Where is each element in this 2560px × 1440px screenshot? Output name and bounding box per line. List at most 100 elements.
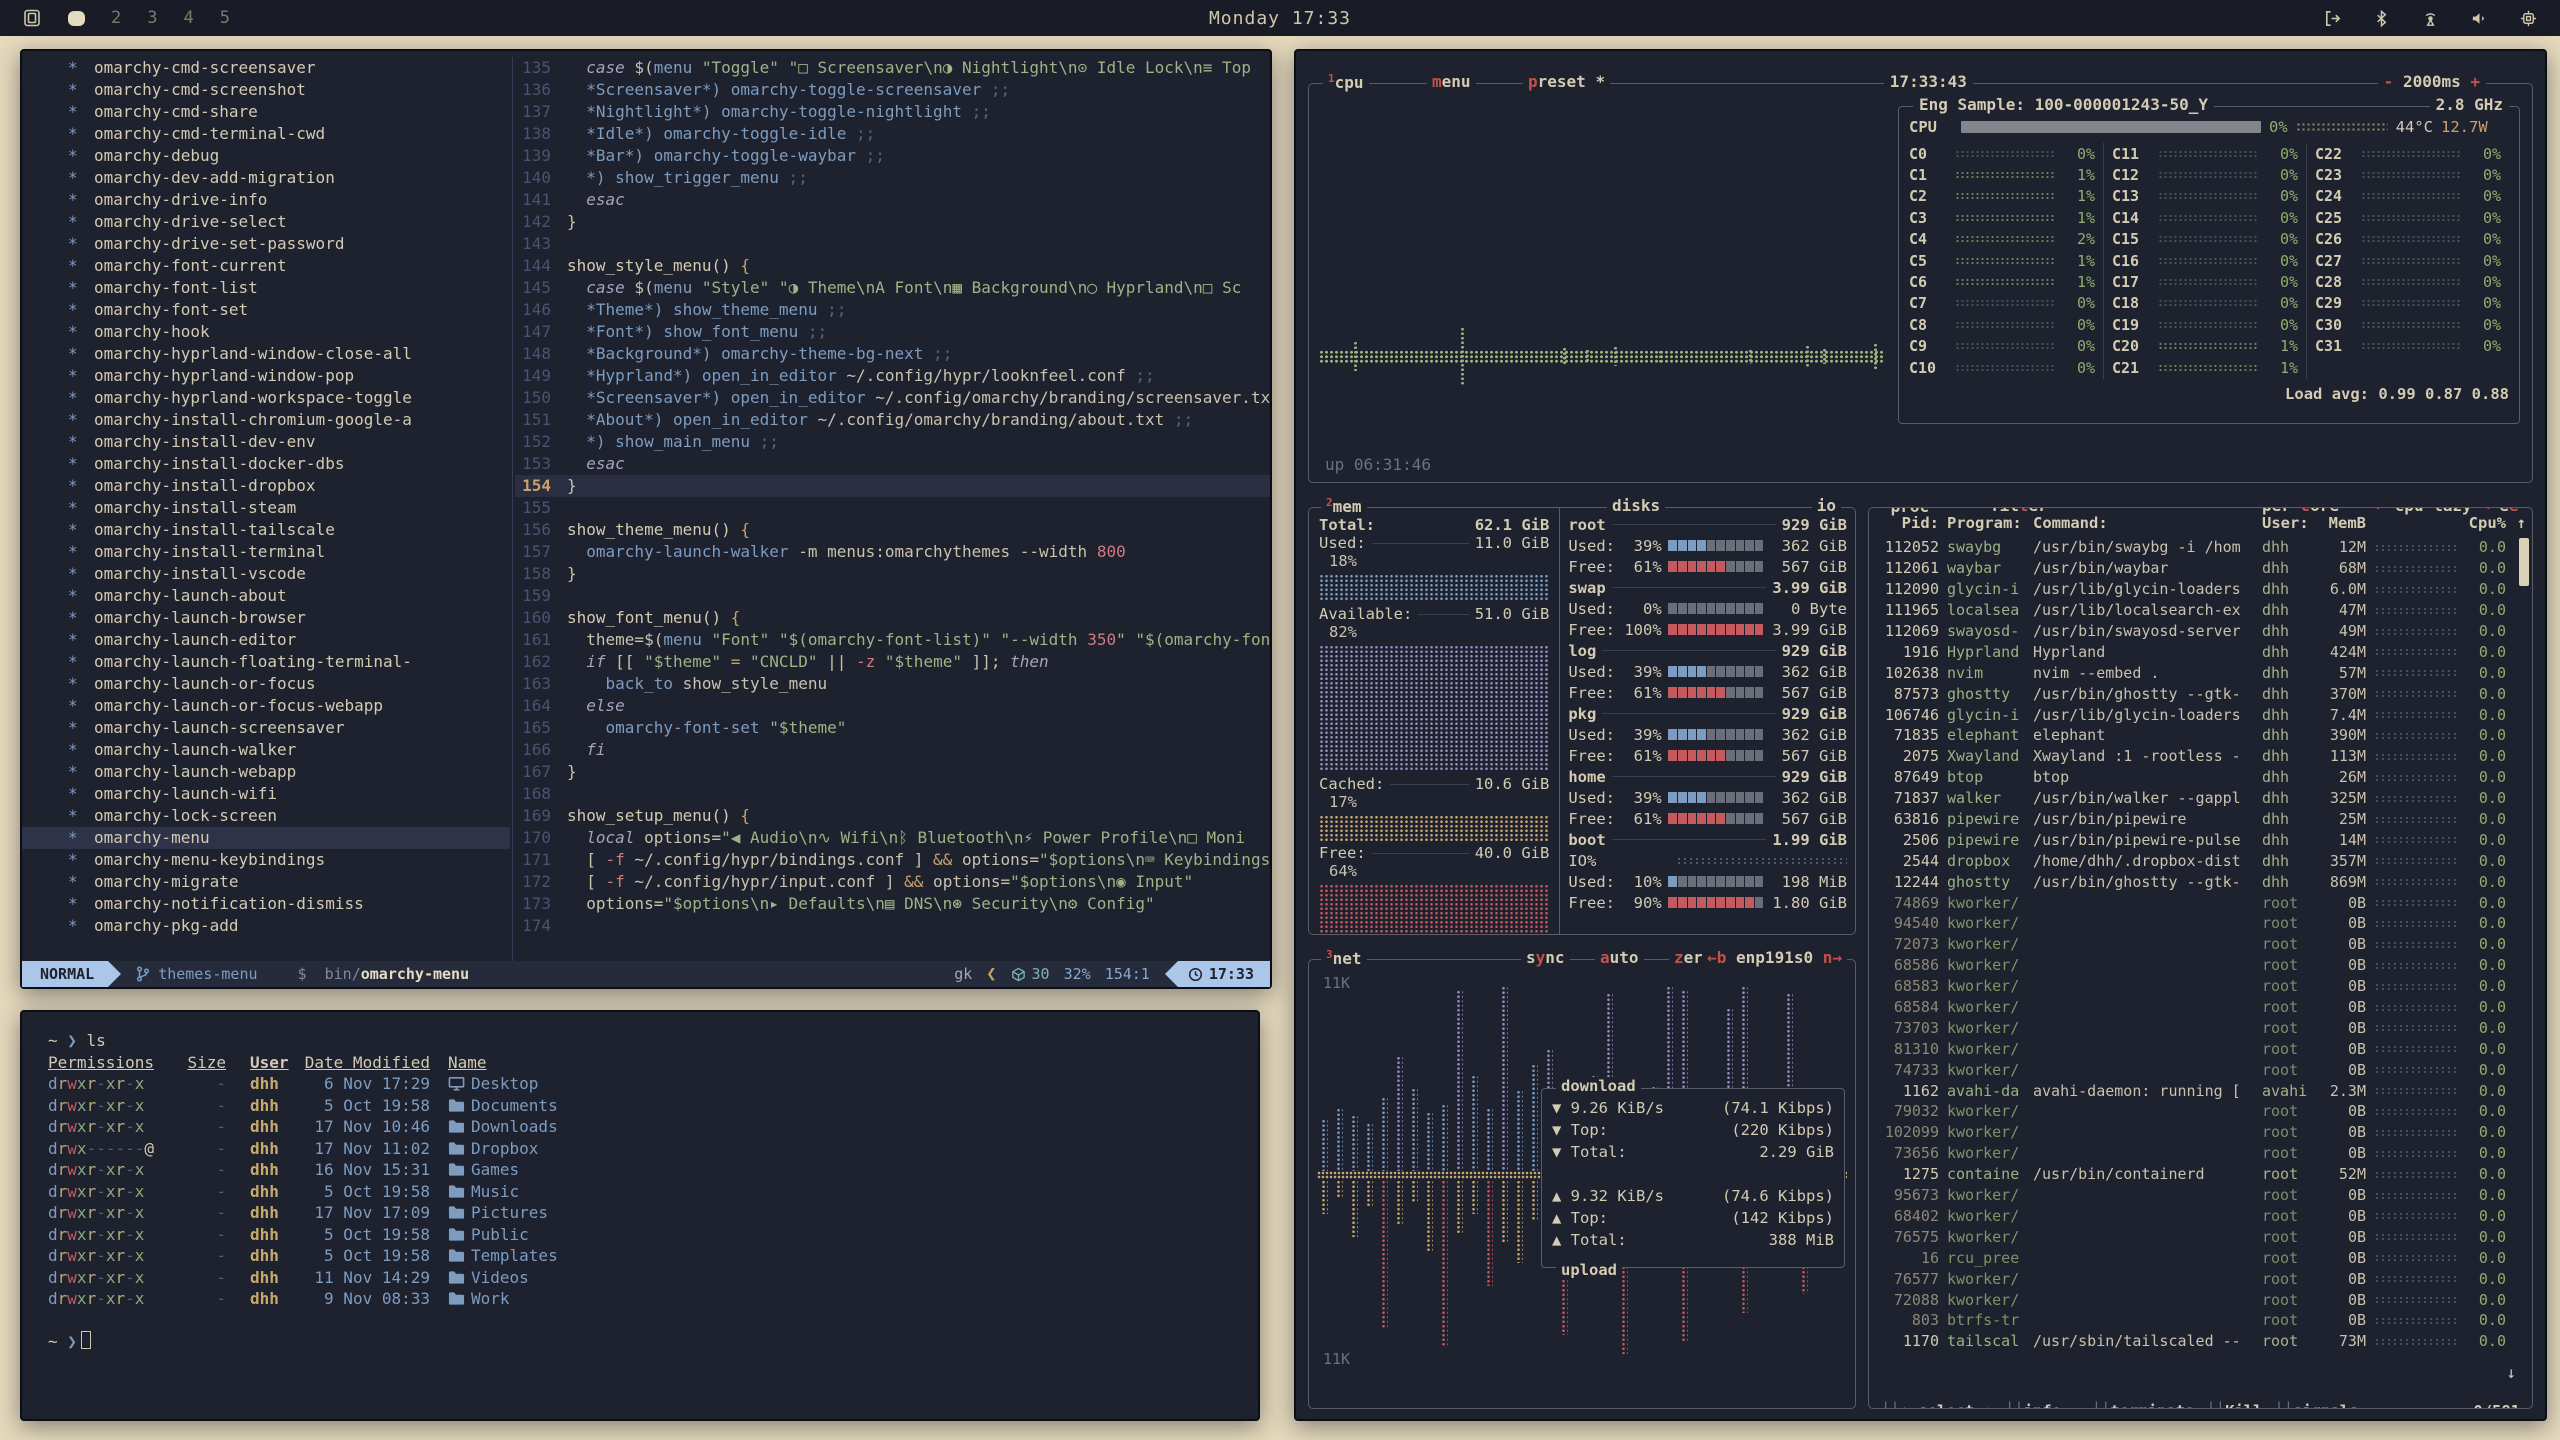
code-line[interactable]: 164 else [515,695,1270,717]
code-line[interactable]: 155 [515,497,1270,519]
code-line[interactable]: 152 *) show_main_menu ;; [515,431,1270,453]
file-list-item[interactable]: *omarchy-install-terminal [22,541,510,563]
code-line[interactable]: 170 local options="◀ Audio\n∿ Wifi\nᛒ Bl… [515,827,1270,849]
code-line[interactable]: 136 *Screensaver*) omarchy-toggle-screen… [515,79,1270,101]
process-row[interactable]: 1916HyprlandHyprlanddhh424M0.0 [1879,641,2526,662]
file-list-item[interactable]: *omarchy-font-current [22,255,510,277]
code-line[interactable]: 160show_font_menu() { [515,607,1270,629]
select-control[interactable]: └┘↑ select ↓ [1877,1402,1997,1409]
proc-sort[interactable]: ← cpu lazy → [2370,507,2496,515]
code-line[interactable]: 148 *Background*) omarchy-theme-bg-next … [515,343,1270,365]
terminal-prompt[interactable]: ~ ❯ [48,1331,1232,1353]
code-line[interactable]: 154} [515,475,1270,497]
code-line[interactable]: 135 case $(menu "Toggle" "□ Screensaver\… [515,57,1270,79]
file-list-item[interactable]: *omarchy-font-list [22,277,510,299]
process-row[interactable]: 68584kworker/root0B0.0 [1879,997,2526,1018]
file-list-item[interactable]: *omarchy-hook [22,321,510,343]
process-row[interactable]: 803btrfs-trroot0B0.0 [1879,1310,2526,1331]
process-row[interactable]: 16rcu_preeroot0B0.0 [1879,1247,2526,1268]
process-row[interactable]: 73656kworker/root0B0.0 [1879,1143,2526,1164]
process-row[interactable]: 1162avahi-daavahi-daemon: running [avahi… [1879,1080,2526,1101]
process-row[interactable]: 2506pipewire/usr/bin/pipewire-pulsedhh14… [1879,829,2526,850]
bluetooth-icon[interactable] [2372,9,2391,28]
process-row[interactable]: 72088kworker/root0B0.0 [1879,1289,2526,1310]
terminal-window[interactable]: ~ ❯ lsPermissionsSizeUserDate ModifiedNa… [20,1010,1260,1421]
file-list-item[interactable]: *omarchy-drive-set-password [22,233,510,255]
workspace-4[interactable]: 4 [184,8,194,28]
chip-icon[interactable] [2519,9,2538,28]
process-row[interactable]: 76575kworker/root0B0.0 [1879,1226,2526,1247]
file-list-item[interactable]: *omarchy-debug [22,145,510,167]
code-line[interactable]: 162 if [[ "$theme" = "CNCLD" || -z "$the… [515,651,1270,673]
file-list-item[interactable]: *omarchy-launch-or-focus-webapp [22,695,510,717]
code-line[interactable]: 139 *Bar*) omarchy-toggle-waybar ;; [515,145,1270,167]
code-line[interactable]: 168 [515,783,1270,805]
file-list-item[interactable]: *omarchy-hyprland-window-pop [22,365,510,387]
proc-per-core[interactable]: per-core [2257,507,2344,515]
code-line[interactable]: 150 *Screensaver*) open_in_editor ~/.con… [515,387,1270,409]
code-line[interactable]: 143 [515,233,1270,255]
file-list-item[interactable]: *omarchy-launch-screensaver [22,717,510,739]
file-list-item[interactable]: *omarchy-lock-screen [22,805,510,827]
process-row[interactable]: 73703kworker/root0B0.0 [1879,1017,2526,1038]
code-line[interactable]: 142} [515,211,1270,233]
file-list-item[interactable]: *omarchy-cmd-terminal-cwd [22,123,510,145]
process-row[interactable]: 2544dropbox/home/dhh/.dropbox-distdhh357… [1879,850,2526,871]
process-row[interactable]: 71837walker/usr/bin/walker --gappldhh325… [1879,788,2526,809]
process-row[interactable]: 112069swayosd-/usr/bin/swayosd-serverdhh… [1879,621,2526,642]
code-line[interactable]: 138 *Idle*) omarchy-toggle-idle ;; [515,123,1270,145]
net-sync-toggle[interactable]: sync [1521,948,1570,967]
file-list-item[interactable]: *omarchy-install-docker-dbs [22,453,510,475]
tab-cpu[interactable]: 1cpu [1323,72,1369,92]
workspace-5[interactable]: 5 [220,8,230,28]
code-line[interactable]: 153 esac [515,453,1270,475]
kill-control[interactable]: └┘Kill [2202,1402,2266,1409]
process-row[interactable]: 87573ghostty/usr/bin/ghostty --gtk-dhh37… [1879,683,2526,704]
code-line[interactable]: 171 [ -f ~/.config/hypr/bindings.conf ] … [515,849,1270,871]
code-line[interactable]: 149 *Hyprland*) open_in_editor ~/.config… [515,365,1270,387]
preset-button[interactable]: preset * [1523,72,1610,91]
file-list-item[interactable]: *omarchy-launch-wifi [22,783,510,805]
volume-icon[interactable] [2470,9,2489,28]
pane-divider[interactable] [512,57,513,961]
file-list-item[interactable]: *omarchy-menu-keybindings [22,849,510,871]
code-line[interactable]: 145 case $(menu "Style" "◑ Theme\nA Font… [515,277,1270,299]
code-line[interactable]: 172 [ -f ~/.config/hypr/input.conf ] && … [515,871,1270,893]
workspace-3[interactable]: 3 [147,8,157,28]
file-list-item[interactable]: *omarchy-cmd-share [22,101,510,123]
file-list-item[interactable]: *omarchy-install-tailscale [22,519,510,541]
code-line[interactable]: 158} [515,563,1270,585]
tab-mem[interactable]: 2mem [1321,496,1367,516]
file-list-item[interactable]: *omarchy-hyprland-window-close-all [22,343,510,365]
code-line[interactable]: 169show_setup_menu() { [515,805,1270,827]
file-list-item[interactable]: *omarchy-drive-info [22,189,510,211]
process-row[interactable]: 63816pipewire/usr/bin/pipewiredhh25M0.0 [1879,809,2526,830]
code-line[interactable]: 165 omarchy-font-set "$theme" [515,717,1270,739]
code-line[interactable]: 157 omarchy-launch-walker -m menus:omarc… [515,541,1270,563]
process-row[interactable]: 72073kworker/root0B0.0 [1879,934,2526,955]
scroll-down-icon[interactable]: ↓ [2506,1363,2516,1382]
code-line[interactable]: 159 [515,585,1270,607]
file-list-item[interactable]: *omarchy-hyprland-workspace-toggle [22,387,510,409]
file-list-item[interactable]: *omarchy-launch-or-focus [22,673,510,695]
file-list-item[interactable]: *omarchy-install-dev-env [22,431,510,453]
process-row[interactable]: 12244ghostty/usr/bin/ghostty --gtk-dhh86… [1879,871,2526,892]
terminate-control[interactable]: └┘terminate [2088,1402,2199,1409]
file-list-item[interactable]: *omarchy-migrate [22,871,510,893]
file-list-item[interactable]: *omarchy-cmd-screenshot [22,79,510,101]
logout-icon[interactable] [2323,9,2342,28]
proc-header[interactable]: Pid: Program: Command: User: MemB Cpu% ↑ [1879,514,2526,537]
process-row[interactable]: 112090glycin-i/usr/lib/glycin-loadersdhh… [1879,579,2526,600]
process-row[interactable]: 111965localsea/usr/lib/localsearch-exdhh… [1879,600,2526,621]
process-row[interactable]: 102099kworker/root0B0.0 [1879,1122,2526,1143]
code-line[interactable]: 146 *Theme*) show_theme_menu ;; [515,299,1270,321]
file-list-item[interactable]: *omarchy-install-vscode [22,563,510,585]
process-row[interactable]: 68583kworker/root0B0.0 [1879,976,2526,997]
file-list-item[interactable]: *omarchy-install-steam [22,497,510,519]
code-line[interactable]: 167} [515,761,1270,783]
omarchy-logo-icon[interactable] [22,8,42,28]
process-row[interactable]: 1170tailscal/usr/sbin/tailscaled --root7… [1879,1331,2526,1352]
process-row[interactable]: 94540kworker/root0B0.0 [1879,913,2526,934]
info-control[interactable]: └┘info ↵ [2001,1402,2084,1409]
code-line[interactable]: 174 [515,915,1270,937]
